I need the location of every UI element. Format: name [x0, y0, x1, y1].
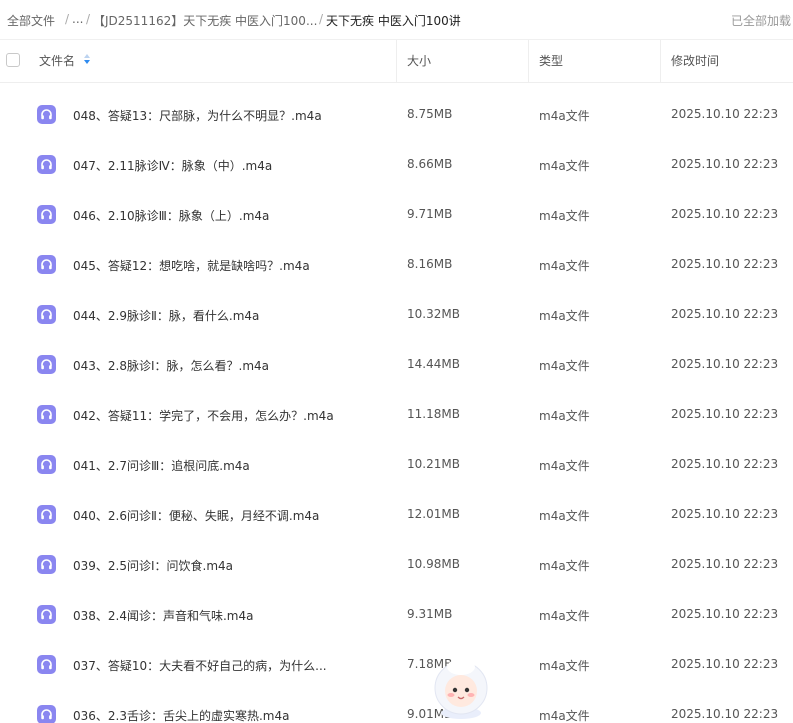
headphones-icon	[37, 155, 56, 174]
file-name[interactable]: 044、2.9脉诊Ⅱ：脉，看什么.m4a	[73, 307, 259, 324]
file-name[interactable]: 043、2.8脉诊Ⅰ：脉，怎么看？.m4a	[73, 357, 269, 374]
file-name[interactable]: 047、2.11脉诊Ⅳ：脉象（中）.m4a	[73, 157, 272, 174]
column-divider[interactable]	[660, 40, 661, 82]
column-header-modified[interactable]: 修改时间	[671, 40, 719, 82]
column-divider[interactable]	[396, 40, 397, 82]
load-status: 已全部加载	[730, 14, 791, 28]
file-name[interactable]: 048、答疑13：尺部脉，为什么不明显？.m4a	[73, 107, 322, 124]
file-size: 8.75MB	[407, 107, 453, 121]
file-type: m4a文件	[539, 209, 590, 223]
table-header: 文件名 大小 类型 修改时间	[0, 39, 793, 83]
headphones-icon	[37, 355, 56, 374]
file-type: m4a文件	[539, 709, 590, 723]
headphones-icon	[37, 555, 56, 574]
file-type: m4a文件	[539, 559, 590, 573]
file-modified: 2025.10.10 22:23	[671, 307, 779, 321]
headphones-icon	[37, 655, 56, 674]
file-modified: 2025.10.10 22:23	[671, 107, 779, 121]
headphones-icon	[37, 205, 56, 224]
file-type: m4a文件	[539, 509, 590, 523]
headphones-icon	[37, 605, 56, 624]
breadcrumb-root[interactable]: 全部文件	[7, 12, 55, 29]
file-type: m4a文件	[539, 459, 590, 473]
select-all-checkbox[interactable]	[6, 53, 20, 67]
table-row[interactable]: 046、2.10脉诊Ⅲ：脉象（上）.m4a 9.71MB m4a文件 2025.…	[0, 190, 793, 240]
file-name[interactable]: 039、2.5问诊Ⅰ：问饮食.m4a	[73, 557, 233, 574]
file-size: 10.98MB	[407, 557, 460, 571]
file-size: 11.18MB	[407, 407, 460, 421]
file-size: 14.44MB	[407, 357, 460, 371]
headphones-icon	[37, 455, 56, 474]
headphones-icon	[37, 405, 56, 424]
table-row[interactable]: 045、答疑12：想吃啥，就是缺啥吗？.m4a 8.16MB m4a文件 202…	[0, 240, 793, 290]
breadcrumb-ellipsis[interactable]: ...	[72, 12, 83, 26]
file-modified: 2025.10.10 22:23	[671, 507, 779, 521]
file-name[interactable]: 037、答疑10：大夫看不好自己的病，为什么...	[73, 657, 327, 674]
breadcrumb-folder[interactable]: 【JD2511162】天下无疾 中医入门100...	[93, 12, 317, 29]
file-size: 10.32MB	[407, 307, 460, 321]
column-header-type[interactable]: 类型	[539, 40, 563, 82]
table-row[interactable]: 037、答疑10：大夫看不好自己的病，为什么... 7.18MB m4a文件 2…	[0, 640, 793, 690]
breadcrumb: 全部文件 / ... / 【JD2511162】天下无疾 中医入门100... …	[0, 0, 793, 38]
file-size: 8.66MB	[407, 157, 453, 171]
file-name[interactable]: 042、答疑11：学完了，不会用，怎么办？.m4a	[73, 407, 334, 424]
table-row[interactable]: 041、2.7问诊Ⅲ：追根问底.m4a 10.21MB m4a文件 2025.1…	[0, 440, 793, 490]
file-type: m4a文件	[539, 609, 590, 623]
column-header-name[interactable]: 文件名	[39, 40, 75, 82]
file-modified: 2025.10.10 22:23	[671, 657, 779, 671]
file-type: m4a文件	[539, 659, 590, 673]
file-size: 12.01MB	[407, 507, 460, 521]
column-divider[interactable]	[528, 40, 529, 82]
headphones-icon	[37, 705, 56, 723]
file-modified: 2025.10.10 22:23	[671, 707, 779, 721]
file-modified: 2025.10.10 22:23	[671, 607, 779, 621]
file-type: m4a文件	[539, 409, 590, 423]
column-header-size[interactable]: 大小	[407, 40, 431, 82]
table-row[interactable]: 048、答疑13：尺部脉，为什么不明显？.m4a 8.75MB m4a文件 20…	[0, 90, 793, 140]
table-row[interactable]: 042、答疑11：学完了，不会用，怎么办？.m4a 11.18MB m4a文件 …	[0, 390, 793, 440]
headphones-icon	[37, 255, 56, 274]
breadcrumb-separator: /	[65, 12, 70, 26]
file-size: 8.16MB	[407, 257, 453, 271]
file-size: 10.21MB	[407, 457, 460, 471]
file-browser: 全部文件 / ... / 【JD2511162】天下无疾 中医入门100... …	[0, 0, 793, 723]
assistant-mascot[interactable]	[428, 655, 494, 721]
table-row[interactable]: 038、2.4闻诊：声音和气味.m4a 9.31MB m4a文件 2025.10…	[0, 590, 793, 640]
file-type: m4a文件	[539, 359, 590, 373]
file-name[interactable]: 040、2.6问诊Ⅱ：便秘、失眠，月经不调.m4a	[73, 507, 319, 524]
file-name[interactable]: 046、2.10脉诊Ⅲ：脉象（上）.m4a	[73, 207, 269, 224]
file-modified: 2025.10.10 22:23	[671, 557, 779, 571]
file-size: 9.31MB	[407, 607, 453, 621]
file-type: m4a文件	[539, 159, 590, 173]
file-modified: 2025.10.10 22:23	[671, 257, 779, 271]
file-type: m4a文件	[539, 309, 590, 323]
breadcrumb-separator: /	[319, 12, 324, 26]
file-modified: 2025.10.10 22:23	[671, 407, 779, 421]
sort-arrows-icon[interactable]	[84, 54, 92, 68]
breadcrumb-separator: /	[86, 12, 91, 26]
table-row[interactable]: 044、2.9脉诊Ⅱ：脉，看什么.m4a 10.32MB m4a文件 2025.…	[0, 290, 793, 340]
file-name[interactable]: 036、2.3舌诊：舌尖上的虚实寒热.m4a	[73, 707, 289, 723]
file-modified: 2025.10.10 22:23	[671, 207, 779, 221]
table-row[interactable]: 040、2.6问诊Ⅱ：便秘、失眠，月经不调.m4a 12.01MB m4a文件 …	[0, 490, 793, 540]
file-modified: 2025.10.10 22:23	[671, 457, 779, 471]
breadcrumb-current: 天下无疾 中医入门100讲	[326, 14, 461, 28]
table-row[interactable]: 043、2.8脉诊Ⅰ：脉，怎么看？.m4a 14.44MB m4a文件 2025…	[0, 340, 793, 390]
table-row[interactable]: 039、2.5问诊Ⅰ：问饮食.m4a 10.98MB m4a文件 2025.10…	[0, 540, 793, 590]
file-name[interactable]: 041、2.7问诊Ⅲ：追根问底.m4a	[73, 457, 250, 474]
file-size: 9.71MB	[407, 207, 453, 221]
file-type: m4a文件	[539, 259, 590, 273]
file-modified: 2025.10.10 22:23	[671, 357, 779, 371]
table-row[interactable]: 047、2.11脉诊Ⅳ：脉象（中）.m4a 8.66MB m4a文件 2025.…	[0, 140, 793, 190]
file-name[interactable]: 045、答疑12：想吃啥，就是缺啥吗？.m4a	[73, 257, 310, 274]
headphones-icon	[37, 305, 56, 324]
file-name[interactable]: 038、2.4闻诊：声音和气味.m4a	[73, 607, 253, 624]
table-row[interactable]: 036、2.3舌诊：舌尖上的虚实寒热.m4a 9.01MB m4a文件 2025…	[0, 690, 793, 723]
file-modified: 2025.10.10 22:23	[671, 157, 779, 171]
file-list: 048、答疑13：尺部脉，为什么不明显？.m4a 8.75MB m4a文件 20…	[0, 90, 793, 723]
headphones-icon	[37, 105, 56, 124]
headphones-icon	[37, 505, 56, 524]
file-type: m4a文件	[539, 109, 590, 123]
